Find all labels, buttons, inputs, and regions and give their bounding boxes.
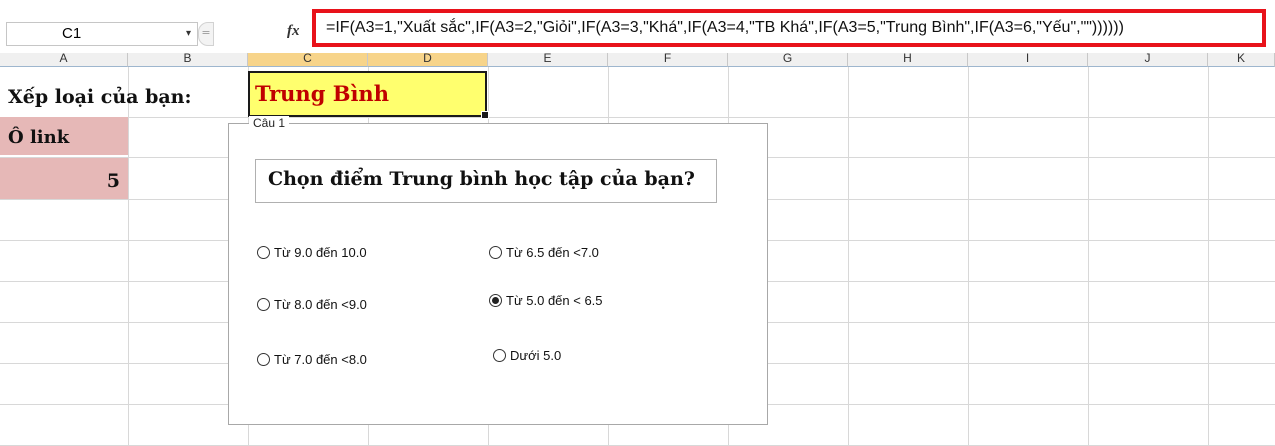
column-header-a[interactable]: A (0, 53, 128, 67)
cell-c1-value: Trung Bình (255, 81, 389, 106)
cell-a2-label: Ô link (8, 127, 70, 148)
radio-option-1[interactable]: Từ 9.0 đến 10.0 (257, 245, 367, 260)
option-group-box: Câu 1 Chọn điểm Trung bình học tập của b… (228, 116, 768, 425)
radio-option-label: Từ 8.0 đến <9.0 (274, 297, 367, 312)
radio-button[interactable] (489, 246, 502, 259)
column-gridline (848, 67, 849, 446)
radio-option-label: Từ 7.0 đến <8.0 (274, 352, 367, 367)
cell-c1-selected[interactable]: Trung Bình (248, 71, 489, 119)
radio-option-label: Từ 6.5 đến <7.0 (506, 245, 599, 260)
radio-option-2[interactable]: Từ 8.0 đến <9.0 (257, 297, 367, 312)
row-gridline (0, 117, 1275, 118)
radio-option-label: Từ 9.0 đến 10.0 (274, 245, 367, 260)
radio-button[interactable] (493, 349, 506, 362)
column-header-b[interactable]: B (128, 53, 248, 67)
insert-function-icon[interactable]: fx (287, 23, 300, 40)
column-header-k[interactable]: K (1208, 53, 1275, 67)
cell-a1[interactable]: Xếp loại của bạn: (8, 86, 192, 108)
radio-option-label: Từ 5.0 đến < 6.5 (506, 293, 603, 308)
column-gridline (968, 67, 969, 446)
column-header-j[interactable]: J (1088, 53, 1208, 67)
radio-button-checked[interactable] (489, 294, 502, 307)
formula-bar-separator: = (198, 22, 214, 46)
column-header-f[interactable]: F (608, 53, 728, 67)
radio-button[interactable] (257, 298, 270, 311)
name-box[interactable]: C1 ▾ (6, 22, 198, 46)
name-box-value: C1 (62, 25, 82, 42)
column-header-i[interactable]: I (968, 53, 1088, 67)
radio-option-label: Dưới 5.0 (510, 348, 562, 363)
formula-input[interactable]: =IF(A3=1,"Xuất sắc",IF(A3=2,"Giỏi",IF(A3… (326, 19, 1124, 37)
column-header-d[interactable]: D (368, 53, 488, 67)
radio-option-6[interactable]: Dưới 5.0 (493, 348, 561, 363)
radio-button[interactable] (257, 353, 270, 366)
radio-button[interactable] (257, 246, 270, 259)
column-header-c[interactable]: C (248, 53, 368, 67)
chevron-down-icon[interactable]: ▾ (186, 23, 191, 45)
column-header-e[interactable]: E (488, 53, 608, 67)
cell-a2[interactable]: Ô link (0, 117, 128, 155)
fill-handle[interactable] (481, 111, 489, 119)
formula-bar: C1 ▾ = fx =IF(A3=1,"Xuất sắc",IF(A3=2,"G… (0, 0, 1275, 53)
question-text: Chọn điểm Trung bình học tập của bạn? (268, 168, 695, 190)
radio-option-3[interactable]: Từ 7.0 đến <8.0 (257, 352, 367, 367)
column-gridline (128, 67, 129, 446)
cell-a3-value: 5 (106, 170, 120, 192)
radio-option-5[interactable]: Từ 5.0 đến < 6.5 (489, 293, 603, 308)
radio-option-4[interactable]: Từ 6.5 đến <7.0 (489, 245, 599, 260)
cell-a3[interactable]: 5 (0, 158, 128, 199)
column-header-g[interactable]: G (728, 53, 848, 67)
column-header-h[interactable]: H (848, 53, 968, 67)
group-box-label: Câu 1 (249, 116, 290, 130)
column-gridline (1208, 67, 1209, 446)
column-gridline (1088, 67, 1089, 446)
formula-input-highlight[interactable]: =IF(A3=1,"Xuất sắc",IF(A3=2,"Giỏi",IF(A3… (312, 9, 1266, 47)
question-label: Chọn điểm Trung bình học tập của bạn? (255, 159, 717, 203)
